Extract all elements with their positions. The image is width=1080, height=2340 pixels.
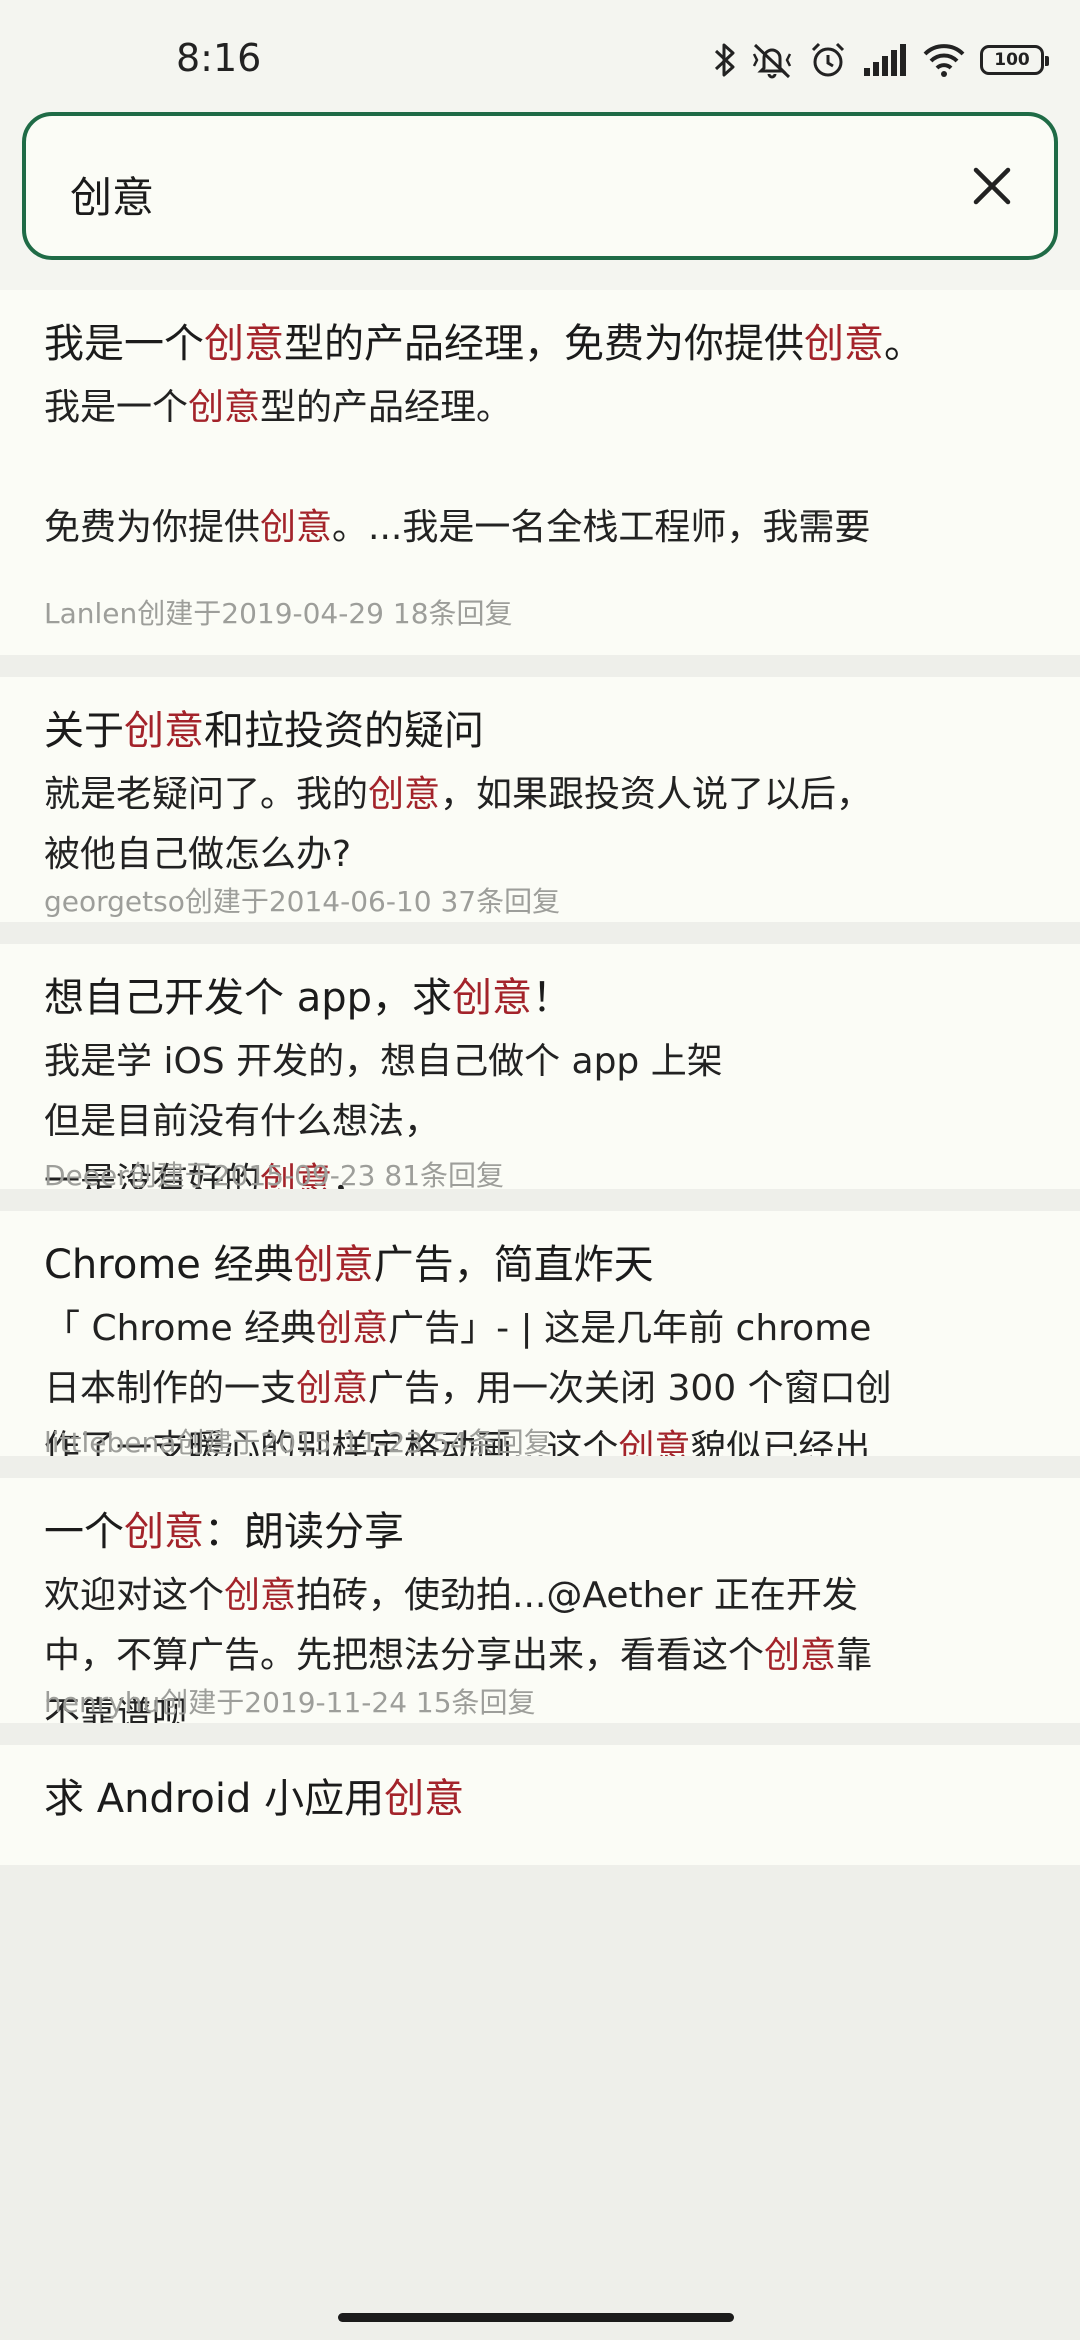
result-card[interactable]: 想自己开发个 app，求创意！ 我是学 iOS 开发的，想自己做个 app 上架…: [0, 944, 1080, 1189]
search-results-list: 我是一个创意型的产品经理，免费为你提供创意。 我是一个创意型的产品经理。 免费为…: [0, 290, 1080, 1865]
result-card[interactable]: 求 Android 小应用创意: [0, 1745, 1080, 1865]
title-text: 我是一个: [44, 321, 204, 367]
title-text: 求 Android 小应用: [44, 1776, 385, 1822]
result-title: 我是一个创意型的产品经理，免费为你提供创意。: [44, 290, 1036, 374]
title-text: 想自己开发个 app，求: [44, 975, 453, 1021]
title-keyword-highlight: 创意: [293, 1242, 374, 1288]
excerpt-keyword-highlight: 创意: [296, 1368, 369, 1409]
result-excerpt: 我是一个创意型的产品经理。 免费为你提供创意。...我是一名全栈工程师，我需要: [44, 378, 1036, 558]
excerpt-keyword-highlight: 创意: [188, 387, 261, 428]
wifi-icon: [922, 42, 966, 78]
result-title: Chrome 经典创意广告，简直炸天: [44, 1211, 1036, 1295]
close-icon: [973, 167, 1011, 205]
result-card[interactable]: 一个创意：朗读分享 欢迎对这个创意拍砖，使劲拍...@Aether 正在开发 中…: [0, 1478, 1080, 1723]
excerpt-text: 就是老疑问了。我的: [44, 774, 369, 815]
title-text: Chrome 经典: [44, 1242, 294, 1288]
search-query: 创意: [70, 173, 155, 222]
excerpt-keyword-highlight: 创意: [224, 1575, 297, 1616]
excerpt-text: 「 Chrome 经典: [44, 1308, 317, 1349]
result-title: 一个创意：朗读分享: [44, 1478, 1036, 1562]
title-keyword-highlight: 创意: [124, 708, 204, 754]
excerpt-keyword-highlight: 创意: [316, 1308, 389, 1349]
title-text: ：朗读分享: [204, 1509, 404, 1555]
title-keyword-highlight: 创意: [804, 321, 884, 367]
title-keyword-highlight: 创意: [204, 321, 284, 367]
excerpt-text: 欢迎对这个: [44, 1575, 225, 1616]
search-bar: 创意: [0, 100, 1080, 290]
excerpt-text: 貌似已经出: [690, 1428, 871, 1456]
result-title: 关于创意和拉投资的疑问: [44, 677, 1036, 761]
title-text: ！: [532, 975, 573, 1021]
result-meta: Lanlen创建于2019-04-29 18条回复: [44, 597, 513, 630]
result-card[interactable]: 我是一个创意型的产品经理，免费为你提供创意。 我是一个创意型的产品经理。 免费为…: [0, 290, 1080, 655]
excerpt-text: 。...我是一名全栈工程师，我需要: [332, 507, 871, 548]
result-card[interactable]: 关于创意和拉投资的疑问 就是老疑问了。我的创意，如果跟投资人说了以后， 被他自己…: [0, 677, 1080, 922]
result-excerpt: 就是老疑问了。我的创意，如果跟投资人说了以后， 被他自己做怎么办?: [44, 765, 1036, 885]
result-meta: Deeer创建于2015-09-23 81条回复: [44, 1159, 505, 1189]
vibrate-mute-icon: [750, 40, 794, 80]
clear-search-button[interactable]: [960, 154, 1024, 218]
excerpt-keyword-highlight: 创意: [260, 507, 333, 548]
title-text: 关于: [44, 708, 124, 754]
title-keyword-highlight: 创意: [452, 975, 533, 1021]
search-input[interactable]: 创意: [22, 112, 1058, 260]
title-keyword-highlight: 创意: [384, 1776, 465, 1822]
status-bar: 8:16 100: [0, 0, 1080, 115]
title-keyword-highlight: 创意: [124, 1509, 204, 1555]
excerpt-keyword-highlight: 创意: [368, 774, 441, 815]
status-icons: 100: [714, 38, 1049, 82]
battery-icon: 100: [980, 45, 1049, 75]
result-card[interactable]: Chrome 经典创意广告，简直炸天 「 Chrome 经典创意广告」- | 这…: [0, 1211, 1080, 1456]
result-meta: georgetso创建于2014-06-10 37条回复: [44, 885, 561, 918]
signal-icon: [862, 42, 908, 78]
excerpt-text: 我是一个: [44, 387, 189, 428]
result-meta: henryhu创建于2019-11-24 15条回复: [44, 1686, 536, 1719]
title-text: 。: [884, 321, 924, 367]
title-text: 型的产品经理，免费为你提供: [284, 321, 804, 367]
result-meta: littlebena创建于2015-11-23 54条回复: [44, 1426, 552, 1456]
result-title: 想自己开发个 app，求创意！: [44, 944, 1036, 1028]
bluetooth-icon: [714, 40, 736, 80]
alarm-icon: [808, 40, 848, 80]
result-title: 求 Android 小应用创意: [44, 1745, 1036, 1829]
title-text: 广告，简直炸天: [373, 1242, 654, 1288]
title-text: 一个: [44, 1509, 124, 1555]
excerpt-keyword-highlight: 创意: [618, 1428, 691, 1456]
status-time: 8:16: [176, 36, 262, 80]
home-indicator[interactable]: [338, 2313, 734, 2322]
title-text: 和拉投资的疑问: [204, 708, 484, 754]
excerpt-keyword-highlight: 创意: [764, 1635, 837, 1676]
